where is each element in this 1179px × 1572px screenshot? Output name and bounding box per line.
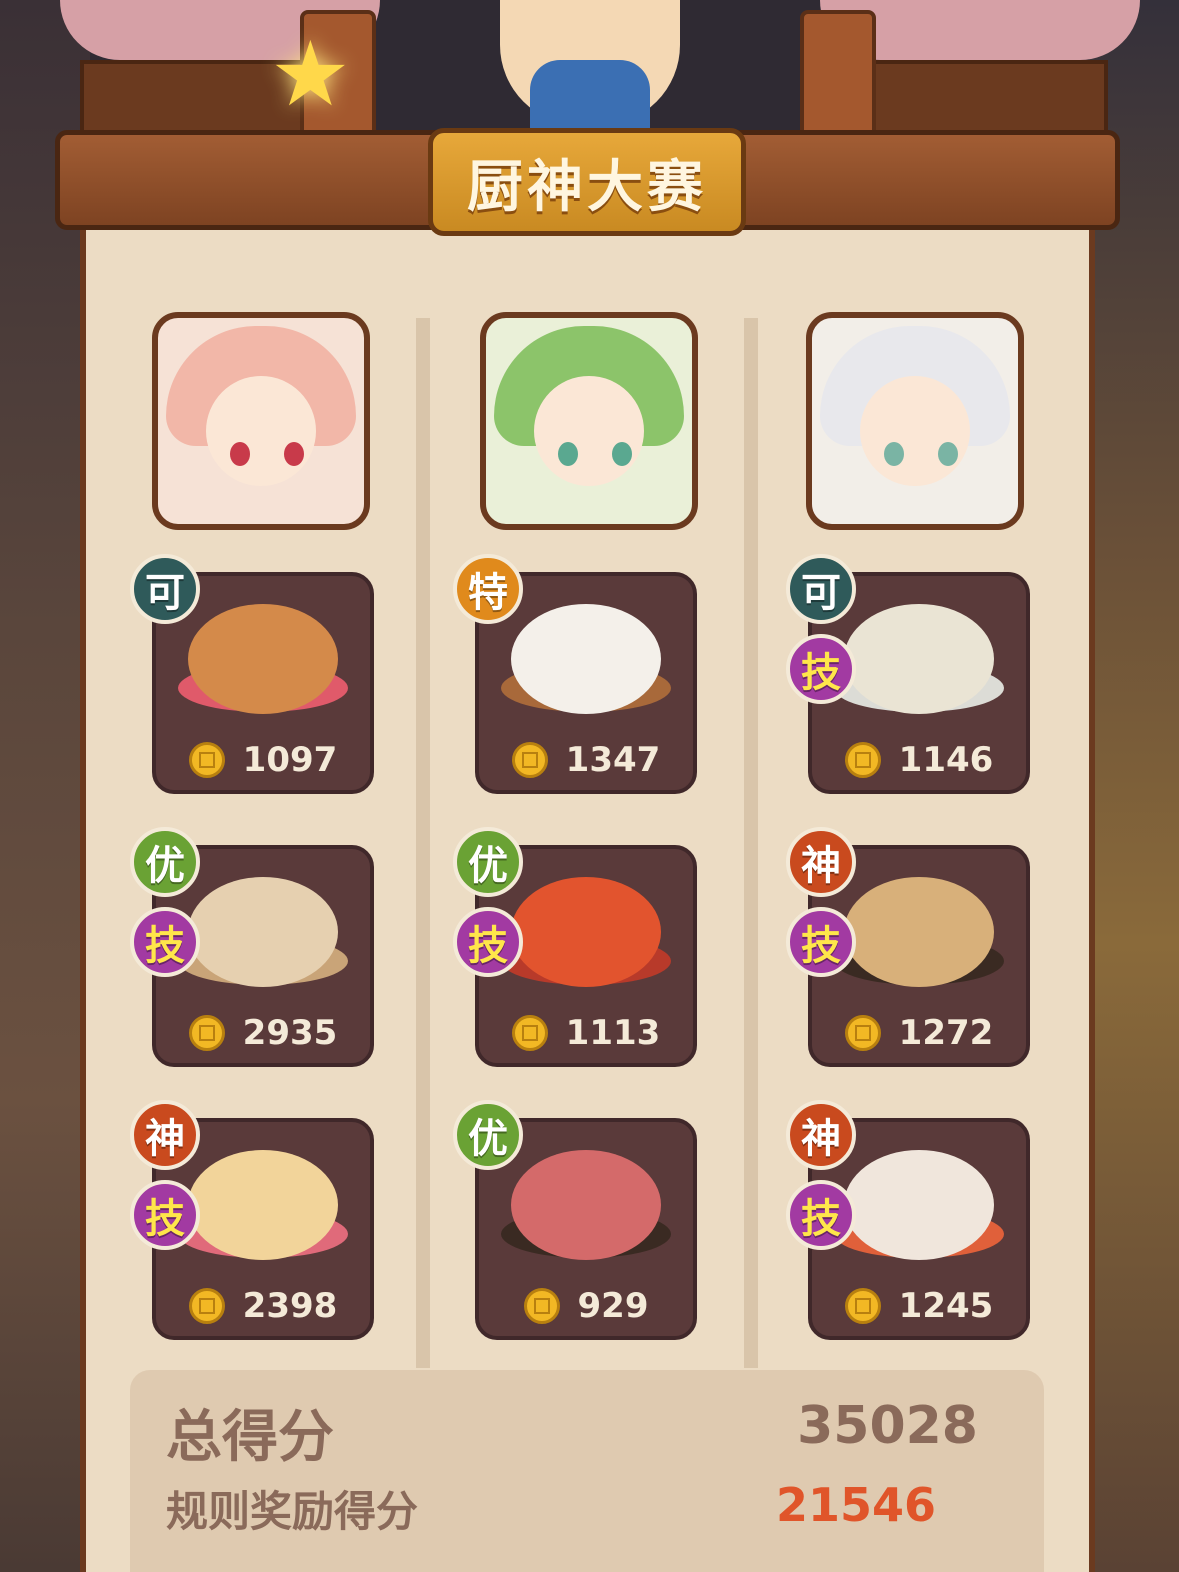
- grade-badge: 神: [130, 1100, 200, 1170]
- dish-score: 1272: [898, 1013, 994, 1053]
- coin-icon: [188, 742, 225, 778]
- dish-score: 1245: [898, 1286, 994, 1326]
- bonus-score-label: 规则奖励得分: [166, 1487, 419, 1536]
- grade-badge: 神: [786, 827, 856, 897]
- coin-icon: [188, 1015, 225, 1051]
- dish-score: 2935: [242, 1013, 338, 1053]
- dish-score: 929: [577, 1286, 649, 1326]
- dish-score: 2398: [242, 1286, 338, 1326]
- skill-badge: 技: [786, 1180, 856, 1250]
- dish-image: [844, 1150, 994, 1260]
- dish-score: 1113: [565, 1013, 661, 1053]
- total-score-label: 总得分: [166, 1405, 334, 1470]
- dish-image: [511, 1150, 661, 1260]
- dish-image: [188, 604, 338, 714]
- skill-badge: 技: [786, 907, 856, 977]
- chef-portrait-2[interactable]: [480, 312, 698, 530]
- dish-image: [844, 877, 994, 987]
- coin-icon: [844, 742, 881, 778]
- coin-icon: [523, 1288, 560, 1324]
- skill-badge: 技: [786, 634, 856, 704]
- column-divider: [744, 318, 758, 1368]
- dish-score: 1146: [898, 740, 994, 780]
- dish-score: 1347: [565, 740, 661, 780]
- skill-badge: 技: [130, 907, 200, 977]
- background-left: [0, 0, 90, 1572]
- coin-icon: [844, 1288, 881, 1324]
- grade-badge: 神: [786, 1100, 856, 1170]
- skill-badge: 技: [130, 1180, 200, 1250]
- coin-icon: [844, 1015, 881, 1051]
- dish-image: [511, 877, 661, 987]
- bonus-score-value: 21546: [775, 1478, 936, 1532]
- coin-icon: [188, 1288, 225, 1324]
- skill-badge: 技: [453, 907, 523, 977]
- fence-right: [860, 60, 1108, 140]
- total-score-value: 35028: [797, 1396, 978, 1456]
- dish-image: [188, 877, 338, 987]
- dish-image: [188, 1150, 338, 1260]
- grade-badge: 可: [786, 554, 856, 624]
- chef-portrait-3[interactable]: [806, 312, 1024, 530]
- dish-score: 1097: [242, 740, 338, 780]
- dish-image: [844, 604, 994, 714]
- mascot-chef-coat: [530, 60, 650, 130]
- grade-badge: 可: [130, 554, 200, 624]
- coin-icon: [511, 742, 548, 778]
- page-title: 厨神大赛: [428, 128, 746, 236]
- grade-badge: 优: [130, 827, 200, 897]
- dish-image: [511, 604, 661, 714]
- grade-badge: 特: [453, 554, 523, 624]
- grade-badge: 优: [453, 827, 523, 897]
- column-divider: [416, 318, 430, 1368]
- background-right: [1089, 0, 1179, 1572]
- chef-portrait-1[interactable]: [152, 312, 370, 530]
- star-icon: ★: [270, 22, 351, 127]
- top-scene: ★: [0, 0, 1179, 140]
- coin-icon: [511, 1015, 548, 1051]
- totals-panel: 总得分 35028 规则奖励得分 21546: [130, 1370, 1044, 1572]
- grade-badge: 优: [453, 1100, 523, 1170]
- gate-post-right: [800, 10, 876, 140]
